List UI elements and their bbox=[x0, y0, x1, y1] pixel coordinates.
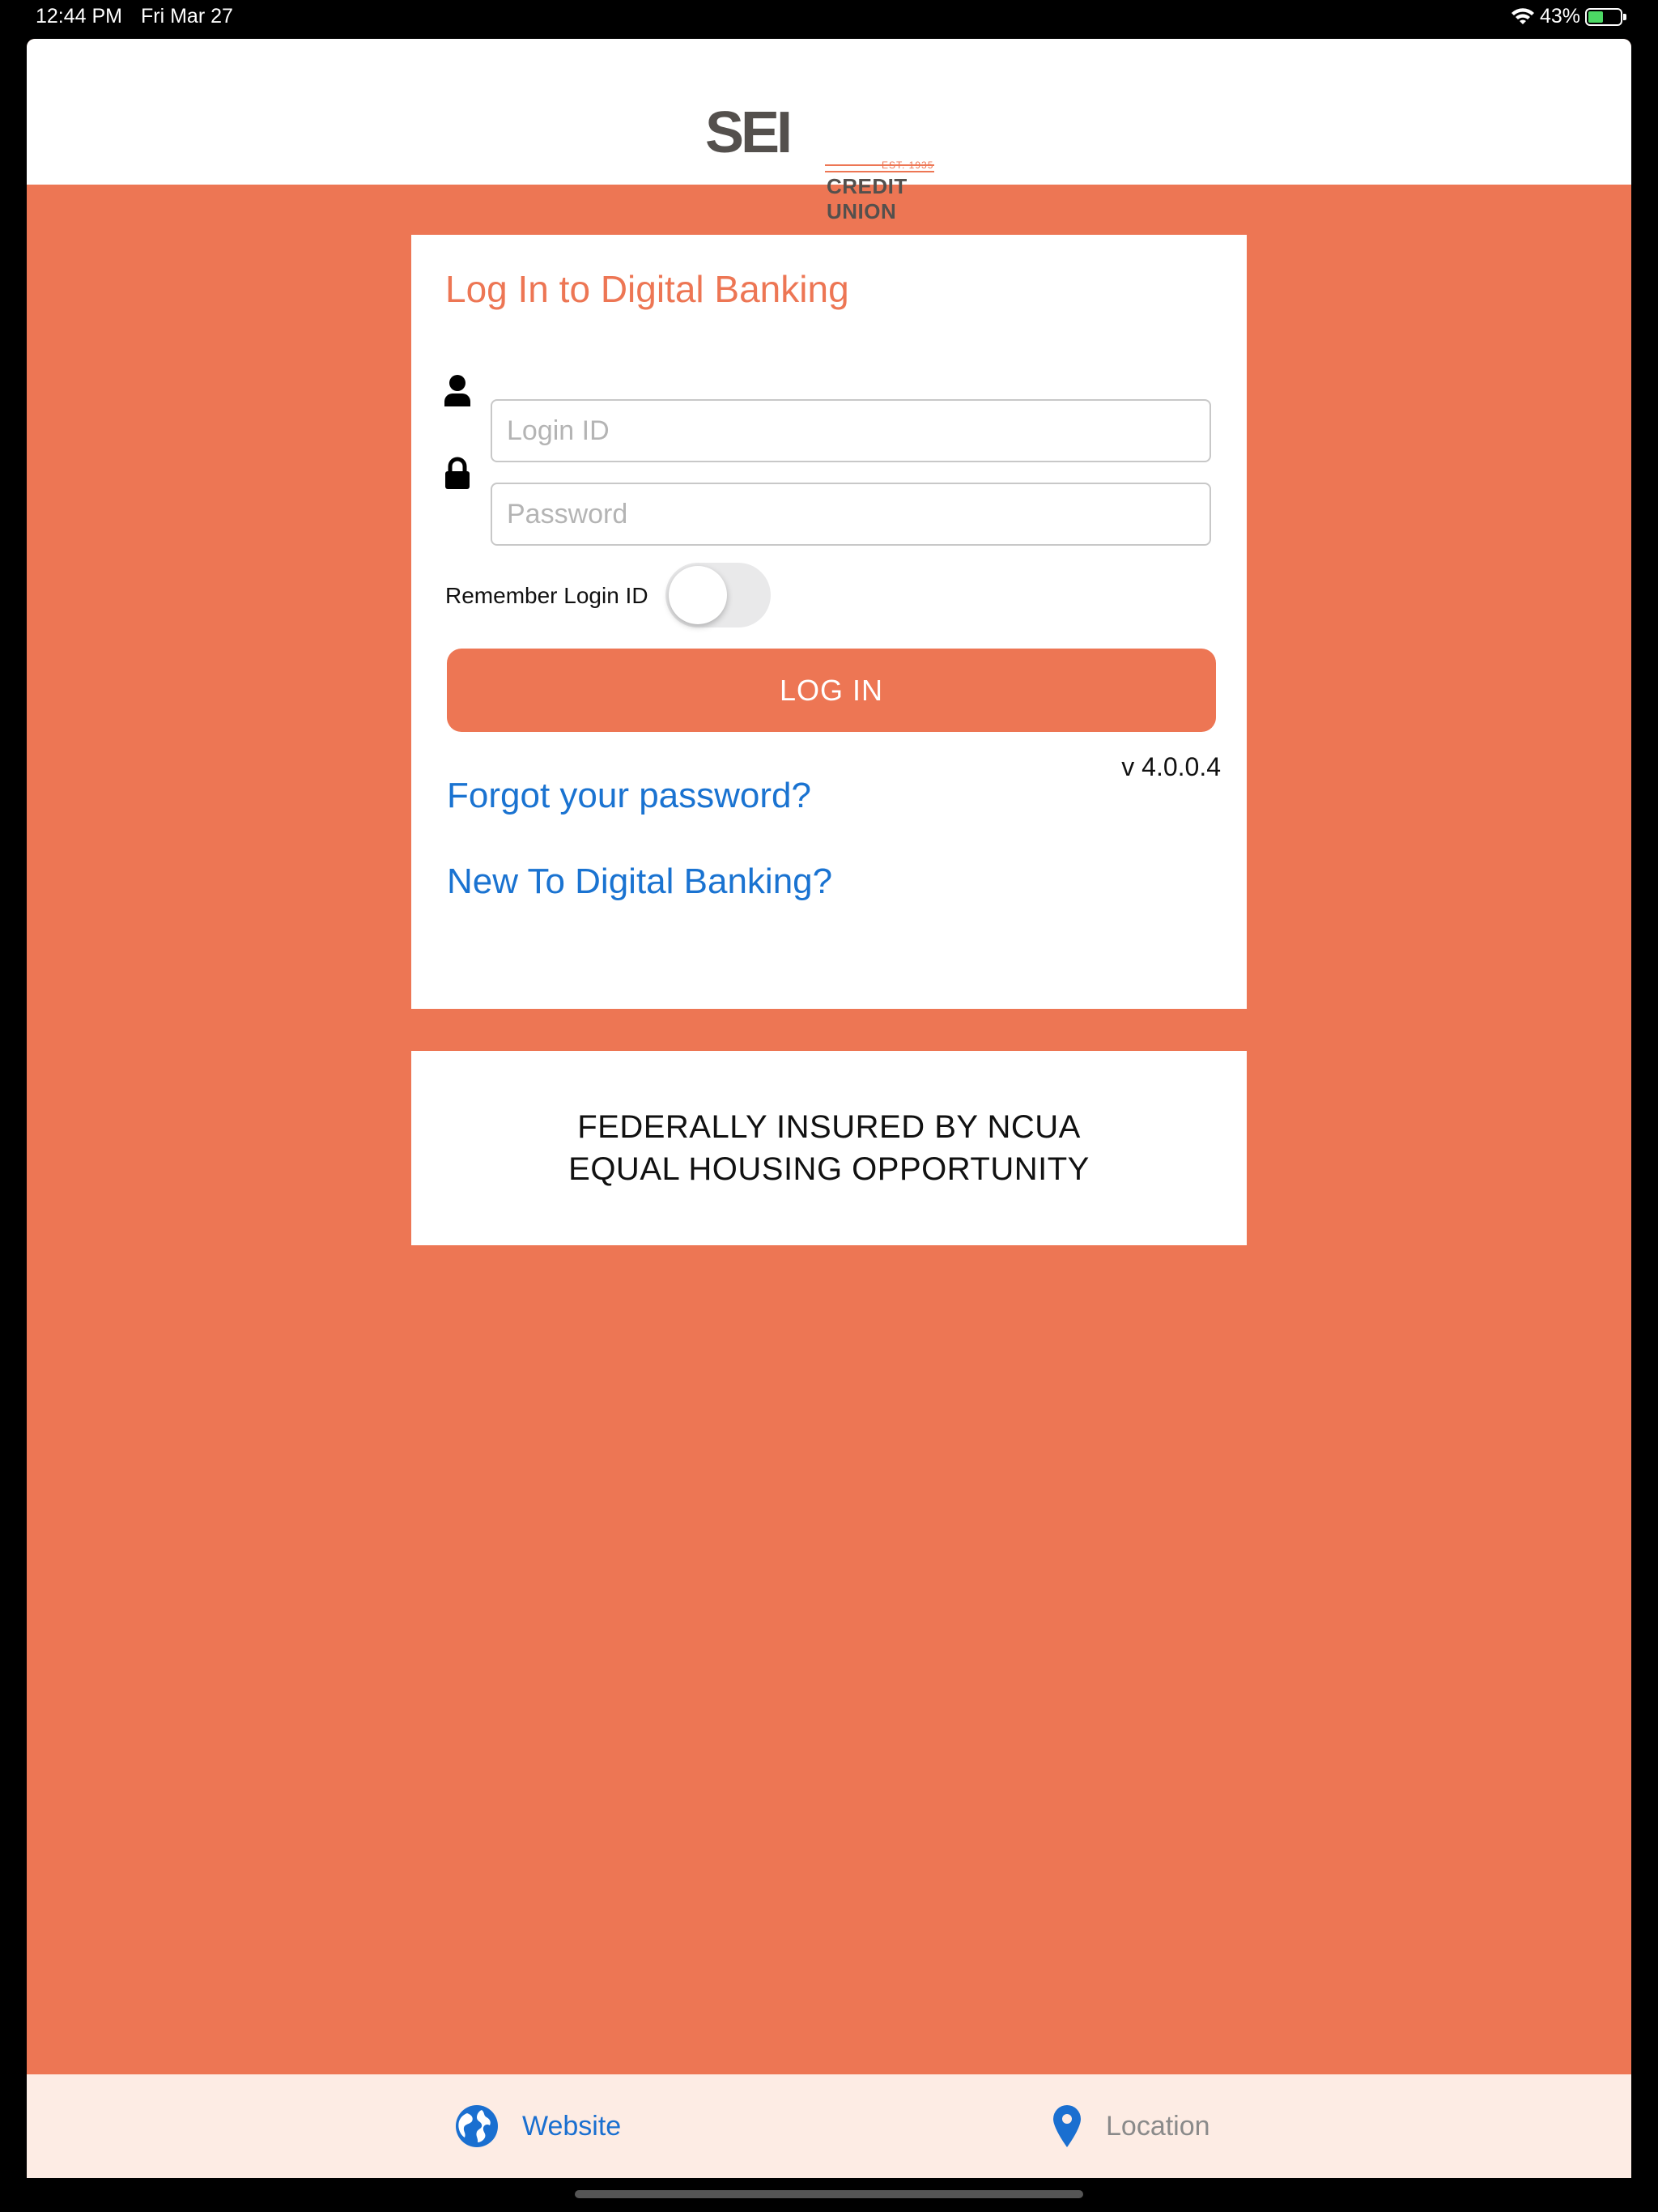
login-button[interactable]: LOG IN bbox=[447, 649, 1216, 732]
location-button[interactable]: Location bbox=[1051, 2074, 1210, 2178]
ncua-notice: FEDERALLY INSURED BY NCUA bbox=[577, 1109, 1081, 1145]
login-card: Log In to Digital Banking Remember Login… bbox=[411, 235, 1247, 1009]
map-pin-icon bbox=[1053, 2105, 1081, 2147]
logo-est: EST. 1935 bbox=[882, 160, 934, 171]
equal-housing-notice: EQUAL HOUSING OPPORTUNITY bbox=[568, 1151, 1090, 1187]
website-label: Website bbox=[522, 2110, 622, 2142]
forgot-password-link[interactable]: Forgot your password? bbox=[447, 776, 811, 816]
remember-label: Remember Login ID bbox=[445, 583, 648, 608]
battery-percent: 43% bbox=[1539, 5, 1580, 28]
logo-subtitle: CREDIT UNION bbox=[827, 174, 908, 223]
status-date: Fri Mar 27 bbox=[141, 5, 233, 28]
globe-icon bbox=[456, 2105, 498, 2147]
header: SEI EST. 1935 CREDIT UNION bbox=[27, 39, 1631, 223]
login-title: Log In to Digital Banking bbox=[445, 268, 849, 310]
app-window: SEI EST. 1935 CREDIT UNION Log In to Dig… bbox=[27, 39, 1631, 2178]
home-indicator[interactable] bbox=[575, 2190, 1083, 2198]
logo-brand: SEI bbox=[705, 100, 793, 165]
remember-toggle[interactable] bbox=[665, 563, 771, 627]
location-label: Location bbox=[1106, 2110, 1210, 2142]
website-button[interactable]: Website bbox=[454, 2074, 621, 2178]
version-text: v 4.0.0.4 bbox=[1121, 752, 1221, 781]
bottom-bar: Website Location bbox=[27, 2074, 1631, 2178]
new-user-link[interactable]: New To Digital Banking? bbox=[447, 861, 832, 902]
status-bar: 12:44 PM Fri Mar 27 43% bbox=[0, 0, 1658, 39]
user-icon bbox=[444, 375, 470, 406]
sei-logo: SEI EST. 1935 CREDIT UNION bbox=[705, 100, 964, 223]
status-right: 43% bbox=[1511, 5, 1626, 28]
disclosure-card: FEDERALLY INSURED BY NCUA EQUAL HOUSING … bbox=[411, 1051, 1247, 1245]
lock-icon bbox=[445, 457, 470, 489]
battery-icon bbox=[1585, 7, 1626, 26]
password-input[interactable] bbox=[491, 483, 1211, 546]
wifi-icon bbox=[1511, 7, 1534, 24]
toggle-knob bbox=[669, 566, 727, 624]
status-time: 12:44 PM bbox=[36, 5, 123, 28]
login-id-input[interactable] bbox=[491, 399, 1211, 462]
